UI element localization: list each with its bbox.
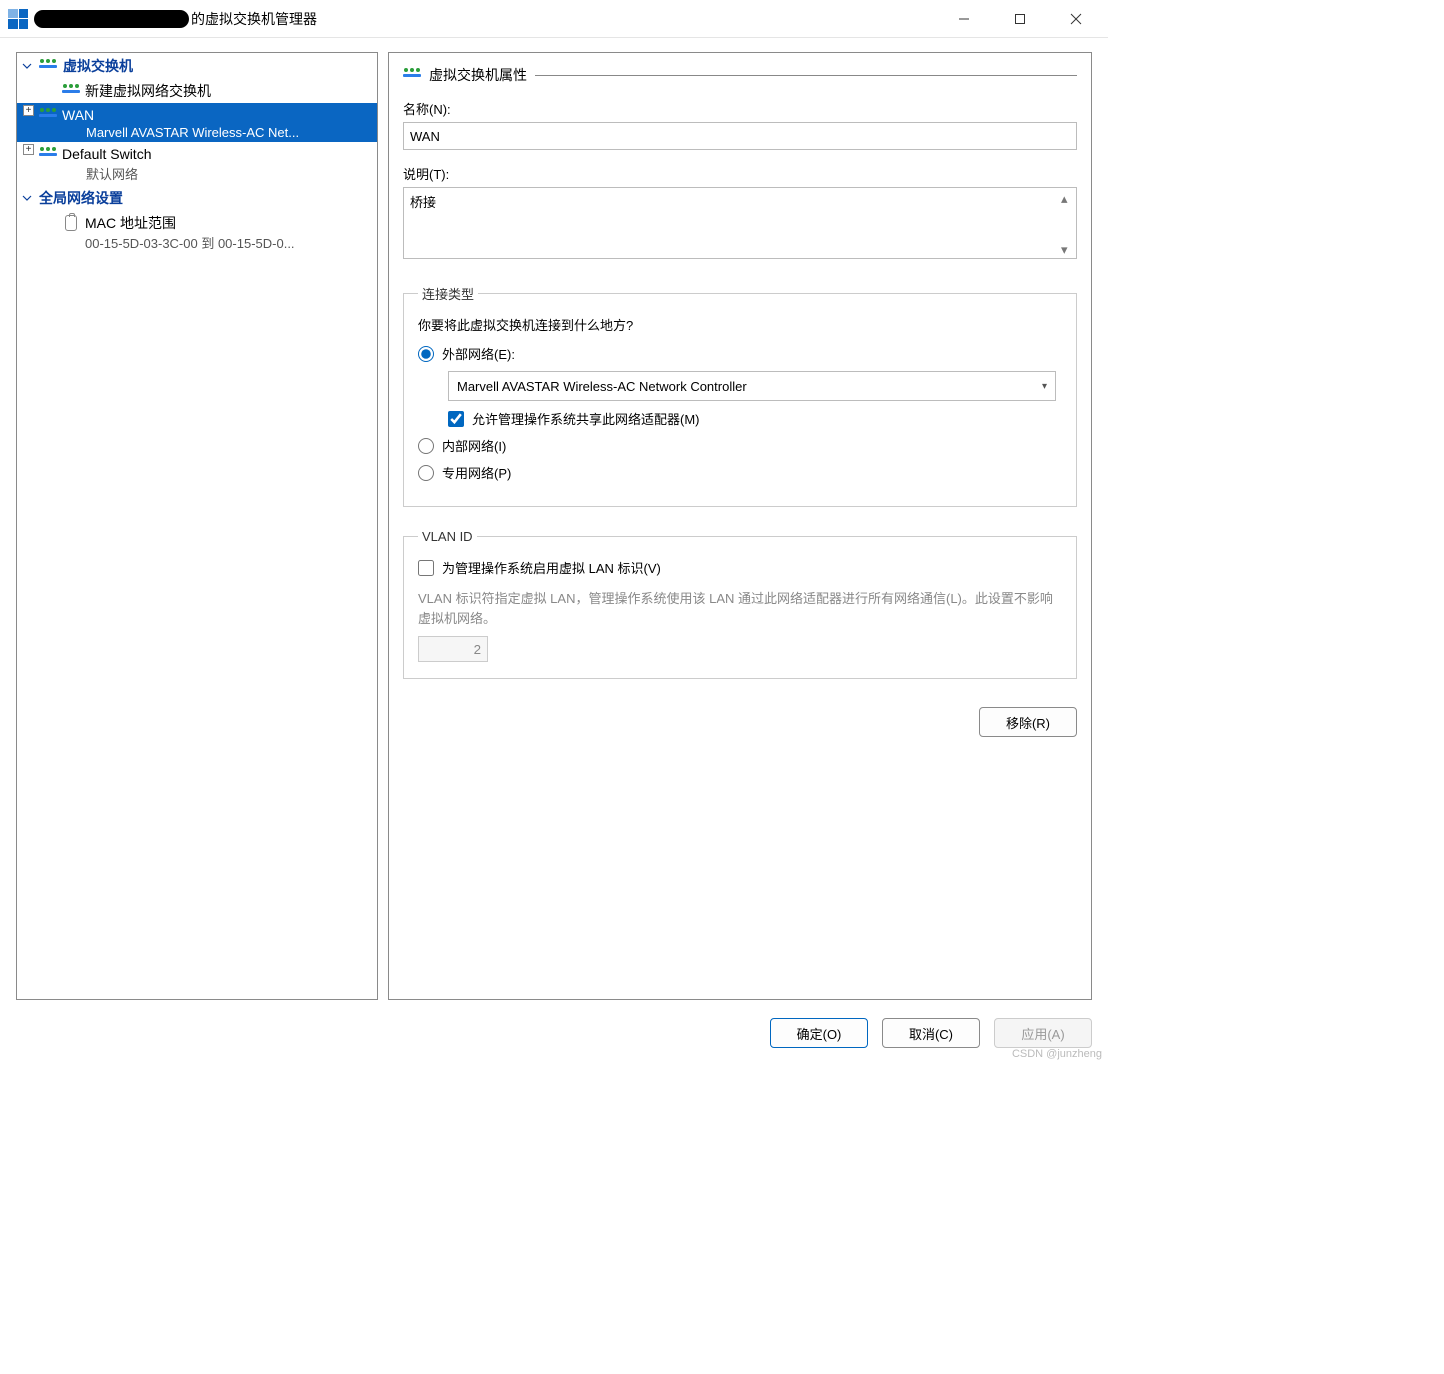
switch-icon — [62, 84, 80, 98]
dialog-footer: 确定(O) 取消(C) 应用(A) — [16, 1018, 1092, 1048]
expand-icon[interactable]: + — [23, 144, 34, 155]
apply-button: 应用(A) — [994, 1018, 1092, 1048]
radio-private-input[interactable] — [418, 465, 434, 481]
desc-textarea[interactable] — [403, 187, 1077, 259]
vlan-group: VLAN ID 为管理操作系统启用虚拟 LAN 标识(V) VLAN 标识符指定… — [403, 529, 1077, 679]
tree-item-new-switch[interactable]: 新建虚拟网络交换机 — [17, 79, 377, 103]
maximize-button[interactable] — [992, 0, 1048, 38]
desc-label: 说明(T): — [403, 164, 1077, 183]
connection-question: 你要将此虚拟交换机连接到什么地方? — [418, 315, 1062, 334]
connection-legend: 连接类型 — [418, 284, 478, 303]
switch-icon — [403, 68, 421, 82]
tree-item-mac-range[interactable]: MAC 地址范围 00-15-5D-03-3C-00 到 00-15-5D-0.… — [17, 211, 377, 254]
check-vlan-enable-input[interactable] — [418, 560, 434, 576]
radio-external-input[interactable] — [418, 346, 434, 362]
properties-pane: 虚拟交换机属性 名称(N): 说明(T): ▴ ▾ 连接类型 你要将此虚拟交换机… — [388, 52, 1092, 1000]
watermark: CSDN @junzheng — [1012, 1048, 1102, 1060]
radio-external[interactable]: 外部网络(E): — [418, 344, 1062, 363]
radio-internal-input[interactable] — [418, 438, 434, 454]
window-controls — [936, 0, 1104, 38]
cancel-button[interactable]: 取消(C) — [882, 1018, 980, 1048]
tree-section-global[interactable]: 全局网络设置 — [17, 185, 377, 211]
switch-icon — [39, 108, 57, 122]
section-title: 虚拟交换机属性 — [429, 65, 527, 85]
ok-button[interactable]: 确定(O) — [770, 1018, 868, 1048]
check-allow-mgmt-input[interactable] — [448, 411, 464, 427]
collapse-icon[interactable] — [21, 60, 33, 72]
minimize-button[interactable] — [936, 0, 992, 38]
redacted-hostname — [34, 10, 189, 28]
connection-type-group: 连接类型 你要将此虚拟交换机连接到什么地方? 外部网络(E): Marvell … — [403, 284, 1077, 507]
mac-icon — [65, 215, 77, 231]
chevron-down-icon: ▾ — [1042, 381, 1047, 392]
tree-section-virtual-switches[interactable]: 虚拟交换机 — [17, 53, 377, 79]
collapse-icon[interactable] — [21, 192, 33, 204]
scroll-down-icon[interactable]: ▾ — [1061, 242, 1073, 258]
check-vlan-enable[interactable]: 为管理操作系统启用虚拟 LAN 标识(V) — [418, 558, 1062, 577]
scroll-up-icon[interactable]: ▴ — [1061, 191, 1073, 207]
expand-icon[interactable]: + — [23, 105, 34, 116]
close-button[interactable] — [1048, 0, 1104, 38]
title-bar: 的虚拟交换机管理器 — [0, 0, 1108, 38]
radio-private[interactable]: 专用网络(P) — [418, 463, 1062, 482]
tree-section-label: 虚拟交换机 — [63, 56, 133, 76]
window-title: 的虚拟交换机管理器 — [191, 9, 317, 29]
check-allow-mgmt[interactable]: 允许管理操作系统共享此网络适配器(M) — [448, 409, 1062, 428]
vlan-description: VLAN 标识符指定虚拟 LAN，管理操作系统使用该 LAN 通过此网络适配器进… — [418, 589, 1062, 628]
name-label: 名称(N): — [403, 99, 1077, 118]
name-input[interactable] — [403, 122, 1077, 150]
switch-icon — [39, 59, 57, 73]
app-icon — [8, 9, 28, 29]
radio-internal[interactable]: 内部网络(I) — [418, 436, 1062, 455]
adapter-select[interactable]: Marvell AVASTAR Wireless-AC Network Cont… — [448, 371, 1056, 401]
tree-item-default-switch[interactable]: + Default Switch 默认网络 — [17, 142, 377, 185]
vlan-legend: VLAN ID — [418, 529, 477, 544]
left-tree-pane: 虚拟交换机 新建虚拟网络交换机 + WAN Marvell AVASTAR Wi… — [16, 52, 378, 1000]
switch-icon — [39, 147, 57, 161]
tree-section-label: 全局网络设置 — [39, 188, 123, 208]
remove-button[interactable]: 移除(R) — [979, 707, 1077, 737]
adapter-selected-value: Marvell AVASTAR Wireless-AC Network Cont… — [457, 379, 747, 394]
tree-item-wan[interactable]: + WAN Marvell AVASTAR Wireless-AC Net... — [17, 103, 377, 142]
vlan-id-input — [418, 636, 488, 662]
